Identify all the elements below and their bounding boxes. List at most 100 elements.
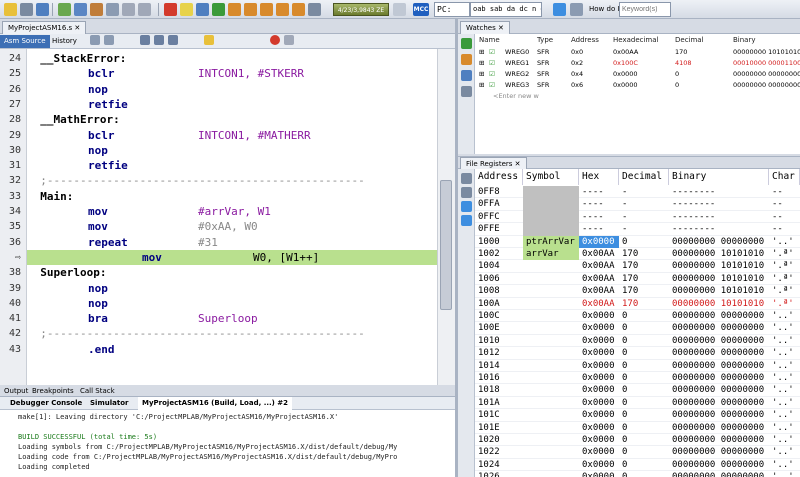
code-line[interactable]: __MathError: [27, 112, 437, 127]
register-row[interactable]: 0FFC ---- - -------- -- [475, 210, 800, 224]
code-line[interactable]: ;---------------------------------------… [27, 173, 437, 188]
register-row[interactable]: 1022 0x0000 0 00000000 00000000 '..' [475, 446, 800, 459]
register-cell-hex[interactable]: ---- [579, 186, 619, 198]
back-icon[interactable] [90, 35, 100, 45]
register-row[interactable]: 1016 0x0000 0 00000000 00000000 '..' [475, 372, 800, 385]
register-cell-hex[interactable]: 0x0000 [579, 471, 619, 477]
code-line[interactable]: nop [27, 296, 437, 311]
register-cell-binary[interactable]: 00000000 10101010 [669, 285, 769, 297]
editor-scroll-thumb[interactable] [440, 180, 452, 310]
register-cell-binary[interactable]: 00000000 10101010 [669, 260, 769, 272]
gc-icon[interactable] [393, 3, 406, 16]
watch-row[interactable]: ⊞ ☑ WREG0 SFR 0x0 0x00AA 170 00000000 10101010 [475, 47, 800, 58]
register-cell-binary[interactable]: 00000000 00000000 [669, 310, 769, 322]
code-line[interactable]: mov #0xAA, W0 [27, 219, 437, 234]
code-line[interactable]: nop [27, 143, 437, 158]
register-row[interactable]: 1018 0x0000 0 00000000 00000000 '..' [475, 384, 800, 397]
code-line[interactable]: Main: [27, 189, 437, 204]
tab-source-file[interactable]: MyProjectASM16.s ✕ [2, 21, 87, 34]
tab-asm-source[interactable]: Asm Source [0, 35, 50, 48]
register-cell-hex[interactable]: 0x0000 [579, 322, 619, 334]
step-out-icon[interactable] [260, 3, 273, 16]
code-line[interactable]: Superloop: [27, 265, 437, 280]
register-cell-decimal[interactable]: 0 [619, 459, 669, 471]
register-row[interactable]: 1014 0x0000 0 00000000 00000000 '..' [475, 360, 800, 372]
code-line[interactable]: __StackError: [27, 51, 437, 66]
register-cell-binary[interactable]: 00000000 00000000 [669, 372, 769, 384]
code-line[interactable]: bclr INTCON1, #MATHERR [27, 128, 437, 143]
find-next-icon[interactable] [168, 35, 178, 45]
bookmark-icon[interactable] [204, 35, 214, 45]
expand-icon[interactable]: ⊞ [479, 58, 484, 69]
focus-pc-icon[interactable] [308, 3, 321, 16]
watch-row[interactable]: ⊞ ☑ WREG1 SFR 0x2 0x100C 4108 00010000 00001100 [475, 58, 800, 69]
register-row[interactable]: 101E 0x0000 0 00000000 00000000 '..' [475, 422, 800, 434]
register-cell-binary[interactable]: 00000000 00000000 [669, 384, 769, 396]
register-cell-hex[interactable]: ---- [579, 198, 619, 210]
register-cell-binary[interactable]: 00000000 00000000 [669, 471, 769, 477]
code-editor[interactable]: __StackError: bclr INTCON1, #STKERR nop retf… [27, 49, 437, 385]
register-cell-decimal[interactable]: 170 [619, 248, 669, 260]
set-pc-icon[interactable] [292, 3, 305, 16]
register-cell-hex[interactable]: 0x0000 [579, 446, 619, 458]
tab-history[interactable]: History [48, 35, 81, 48]
code-line[interactable]: bclr INTCON1, #STKERR [27, 66, 437, 81]
register-cell-decimal[interactable]: - [619, 186, 669, 198]
breakpoint-icon[interactable] [270, 35, 280, 45]
register-cell-decimal[interactable]: 0 [619, 409, 669, 421]
watch-col-name[interactable]: Name [479, 34, 500, 46]
register-cell-hex[interactable]: ---- [579, 223, 619, 235]
code-line[interactable]: bra Superloop [27, 311, 437, 326]
add-watch-icon[interactable] [461, 38, 472, 49]
continue-icon[interactable] [212, 3, 225, 16]
mcc-icon[interactable]: MCC [413, 3, 429, 16]
clean-build-icon[interactable] [20, 3, 33, 16]
register-cell-decimal[interactable]: 0 [619, 347, 669, 359]
fr-col-decimal[interactable]: Decimal [619, 169, 669, 185]
tab-watches[interactable]: Watches ✕ [460, 21, 510, 34]
macro-icon[interactable] [284, 35, 294, 45]
watch-filter-icon[interactable] [461, 86, 472, 97]
register-cell-decimal[interactable]: 0 [619, 322, 669, 334]
watch-settings-icon[interactable] [461, 70, 472, 81]
keyword-search-input[interactable] [619, 2, 671, 17]
register-cell-hex[interactable]: 0x00AA [579, 273, 619, 285]
register-row[interactable]: 100E 0x0000 0 00000000 00000000 '..' [475, 322, 800, 335]
pause-icon[interactable] [180, 3, 193, 16]
register-cell-hex[interactable]: 0x0000 [579, 235, 619, 248]
stop-icon[interactable] [164, 3, 177, 16]
tab-breakpoints[interactable]: Breakpoints [28, 385, 78, 397]
register-cell-hex[interactable]: 0x0000 [579, 434, 619, 446]
register-cell-decimal[interactable]: - [619, 211, 669, 223]
expand-icon[interactable]: ⊞ [479, 80, 484, 91]
code-line[interactable]: nop [27, 281, 437, 296]
register-cell-binary[interactable]: -------- [669, 186, 769, 198]
code-line[interactable]: nop [27, 82, 437, 97]
register-row[interactable]: 1010 0x0000 0 00000000 00000000 '..' [475, 335, 800, 348]
read-device-icon[interactable] [106, 3, 119, 16]
register-row[interactable]: 1004 0x00AA 170 00000000 10101010 '.ª' [475, 260, 800, 273]
hold-reset-icon[interactable] [122, 3, 135, 16]
register-cell-binary[interactable]: -------- [669, 198, 769, 210]
register-cell-binary[interactable]: 00000000 10101010 [669, 273, 769, 285]
import-icon[interactable] [461, 215, 472, 226]
register-row[interactable]: 1024 0x0000 0 00000000 00000000 '..' [475, 459, 800, 472]
watch-row[interactable]: ⊞ ☑ WREG3 SFR 0x6 0x0000 0 00000000 00000000 [475, 80, 800, 91]
fr-col-hex[interactable]: Hex [579, 169, 619, 185]
watch-enable-checkbox[interactable]: ☑ [489, 58, 495, 69]
debug-icon[interactable] [74, 3, 87, 16]
watch-enable-checkbox[interactable]: ☑ [489, 80, 495, 91]
register-cell-decimal[interactable]: 0 [619, 471, 669, 477]
register-row[interactable]: 1020 0x0000 0 00000000 00000000 '..' [475, 434, 800, 447]
register-cell-binary[interactable]: 00000000 00000000 [669, 322, 769, 334]
step-into-icon[interactable] [244, 3, 257, 16]
register-cell-binary[interactable]: 00000000 00000000 [669, 360, 769, 372]
register-row[interactable]: 1006 0x00AA 170 00000000 10101010 '.ª' [475, 273, 800, 286]
memory-view-icon[interactable] [461, 187, 472, 198]
register-row[interactable]: 0FFE ---- - -------- -- [475, 223, 800, 236]
build-icon[interactable] [36, 3, 49, 16]
register-cell-hex[interactable]: 0x0000 [579, 347, 619, 359]
current-pc-line[interactable]: mov W0, [W1++] [27, 249, 437, 266]
register-cell-hex[interactable]: 0x00AA [579, 298, 619, 310]
register-row[interactable]: 1008 0x00AA 170 00000000 10101010 '.ª' [475, 285, 800, 298]
